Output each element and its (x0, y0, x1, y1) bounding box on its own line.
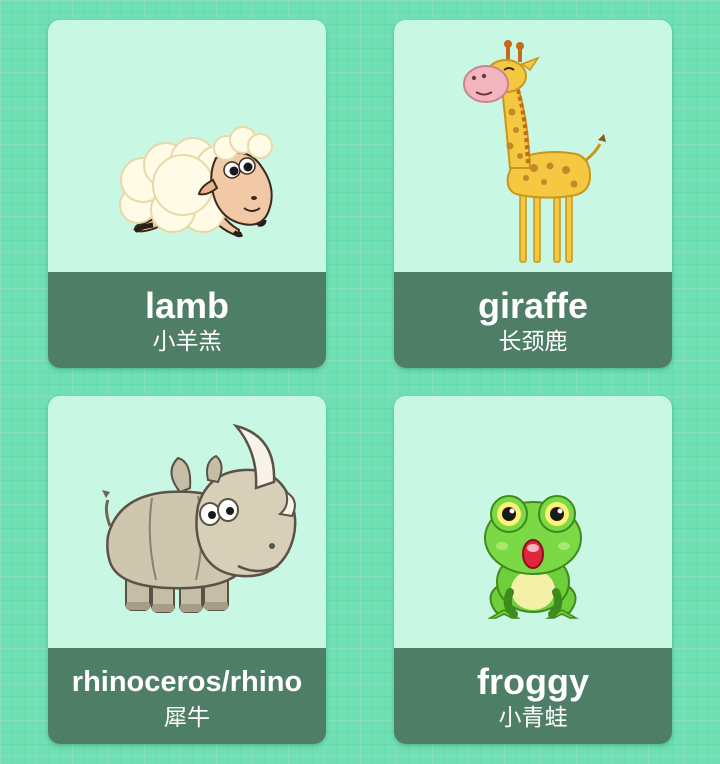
giraffe-illustration (394, 20, 672, 272)
card-froggy[interactable]: froggy 小青蛙 (394, 396, 672, 744)
card-label-bar: froggy 小青蛙 (394, 648, 672, 744)
card-label-bar: giraffe 长颈鹿 (394, 272, 672, 368)
english-word: lamb (144, 285, 230, 326)
card-lamb[interactable]: lamb 小羊羔 (48, 20, 326, 368)
english-word: giraffe (477, 285, 589, 326)
chinese-word: 犀牛 (164, 705, 210, 731)
rhino-illustration (48, 396, 326, 648)
chinese-word: 小羊羔 (152, 329, 222, 355)
card-rhino[interactable]: rhinoceros/rhino 犀牛 (48, 396, 326, 744)
lamb-icon (119, 126, 273, 238)
frog-icon (484, 495, 582, 619)
rhino-icon (102, 423, 297, 613)
card-giraffe[interactable]: giraffe 长颈鹿 (394, 20, 672, 368)
lamb-illustration (48, 20, 326, 272)
chinese-word: 长颈鹿 (498, 329, 568, 355)
english-word: rhinoceros/rhino (71, 666, 303, 698)
card-label-bar: rhinoceros/rhino 犀牛 (48, 648, 326, 744)
frog-illustration (394, 396, 672, 648)
giraffe-icon (463, 40, 606, 263)
card-label-bar: lamb 小羊羔 (48, 272, 326, 368)
chinese-word: 小青蛙 (498, 705, 568, 731)
english-word: froggy (477, 661, 589, 702)
